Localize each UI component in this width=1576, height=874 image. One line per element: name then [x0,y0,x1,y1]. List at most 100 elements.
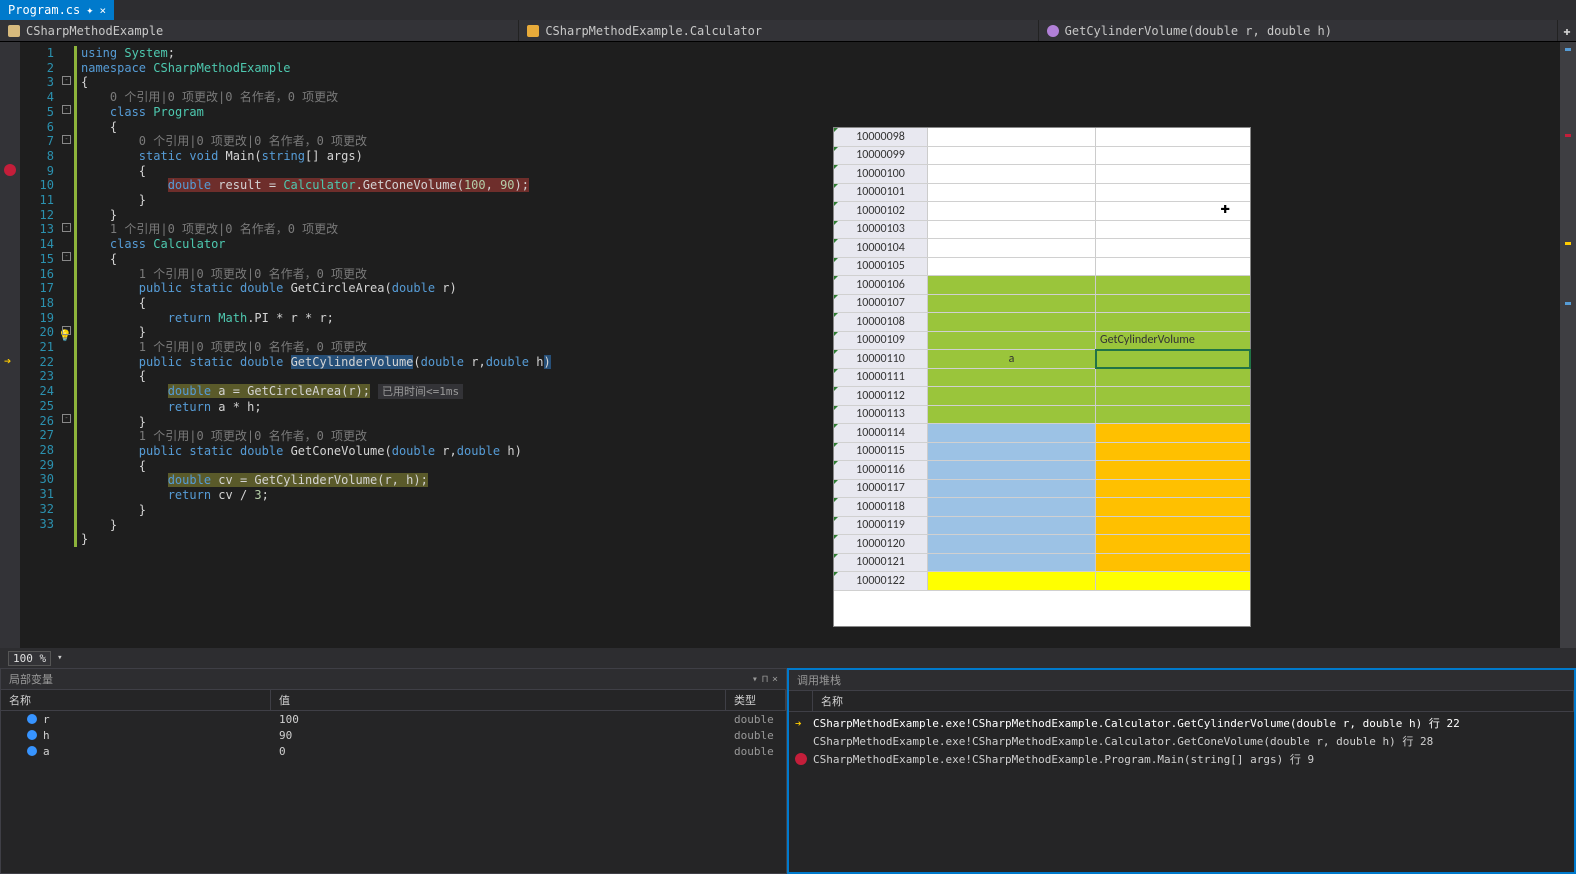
cell[interactable] [928,313,1096,331]
locals-col-value[interactable]: 值 [271,690,726,710]
cell[interactable] [1096,128,1250,146]
cell[interactable] [928,165,1096,183]
code-line[interactable]: } [74,325,1560,340]
spreadsheet-row[interactable]: 10000108 [834,313,1250,332]
code-line[interactable]: public static double GetConeVolume(doubl… [74,444,1560,459]
spreadsheet-row[interactable]: 10000113 [834,406,1250,425]
code-line[interactable]: double cv = GetCylinderVolume(r, h); [74,473,1560,488]
code-line[interactable]: return Math.PI * r * r; [74,311,1560,326]
code-line[interactable]: { [74,459,1560,474]
pin-icon[interactable]: ⊓ [762,674,768,685]
row-header[interactable]: 10000110 [834,350,928,368]
breadcrumb-method[interactable]: GetCylinderVolume(double r, double h) [1039,20,1558,41]
row-header[interactable]: 10000103 [834,221,928,239]
row-header[interactable]: 10000105 [834,258,928,276]
split-icon[interactable]: ✚ [1558,20,1576,41]
row-header[interactable]: 10000101 [834,184,928,202]
row-header[interactable]: 10000117 [834,480,928,498]
cell[interactable] [1096,517,1250,535]
dropdown-icon[interactable]: ▾ [752,674,758,685]
spreadsheet-row[interactable]: 10000115 [834,443,1250,462]
code-line[interactable]: class Calculator [74,237,1560,252]
cell[interactable]: GetCylinderVolume [1096,332,1250,350]
cell[interactable] [928,498,1096,516]
cell[interactable]: a [928,350,1096,368]
spreadsheet-row[interactable]: 10000106 [834,276,1250,295]
cell[interactable] [928,572,1096,590]
cell[interactable] [928,406,1096,424]
collapse-icon[interactable]: - [62,252,71,261]
cell[interactable] [928,461,1096,479]
cell[interactable] [928,554,1096,572]
row-header[interactable]: 10000113 [834,406,928,424]
cell[interactable] [1096,276,1250,294]
code-line[interactable]: return a * h; [74,400,1560,415]
close-icon[interactable]: × [99,4,106,17]
code-line[interactable]: public static double GetCircleArea(doubl… [74,281,1560,296]
code-line[interactable]: 1 个引用|0 项更改|0 名作者，0 项更改 [74,267,1560,282]
code-line[interactable]: 0 个引用|0 项更改|0 名作者，0 项更改 [74,134,1560,149]
cell[interactable] [1096,147,1250,165]
cell[interactable] [928,332,1096,350]
collapse-icon[interactable]: - [62,76,71,85]
spreadsheet-row[interactable]: 10000101 [834,184,1250,203]
spreadsheet-row[interactable]: 10000104 [834,239,1250,258]
code-line[interactable]: } [74,208,1560,223]
cell[interactable] [928,517,1096,535]
code-line[interactable]: } [74,503,1560,518]
row-header[interactable]: 10000116 [834,461,928,479]
zoom-select[interactable]: 100 % [8,651,51,666]
spreadsheet-row[interactable]: 10000100 [834,165,1250,184]
code-line[interactable]: double result = Calculator.GetConeVolume… [74,178,1560,193]
cell[interactable] [928,239,1096,257]
row-header[interactable]: 10000104 [834,239,928,257]
overlay-spreadsheet[interactable]: ✚ 10000098100000991000010010000101100001… [833,127,1251,627]
row-header[interactable]: 10000114 [834,424,928,442]
cell[interactable] [1096,202,1250,220]
breadcrumb-project[interactable]: CSharpMethodExample [0,20,519,41]
spreadsheet-row[interactable]: 10000122 [834,572,1250,591]
close-icon[interactable]: × [772,674,778,685]
cell[interactable] [1096,369,1250,387]
spreadsheet-row[interactable]: 10000121 [834,554,1250,573]
code-line[interactable]: 1 个引用|0 项更改|0 名作者，0 项更改 [74,340,1560,355]
cell[interactable] [1096,387,1250,405]
cell[interactable] [928,258,1096,276]
spreadsheet-row[interactable]: 10000102 [834,202,1250,221]
spreadsheet-row[interactable]: 10000114 [834,424,1250,443]
spreadsheet-row[interactable]: 10000120 [834,535,1250,554]
cell[interactable] [928,147,1096,165]
cell[interactable] [1096,239,1250,257]
cell[interactable] [1096,554,1250,572]
breakpoint-gutter[interactable]: ➔ [0,42,20,648]
cell[interactable] [928,424,1096,442]
spreadsheet-row[interactable]: 10000105 [834,258,1250,277]
chevron-down-icon[interactable]: ▾ [57,653,62,663]
spreadsheet-row[interactable]: 10000119 [834,517,1250,536]
code-line[interactable]: 1 个引用|0 项更改|0 名作者，0 项更改 [74,222,1560,237]
cell[interactable] [928,480,1096,498]
cell[interactable] [928,369,1096,387]
cell[interactable] [928,387,1096,405]
code-line[interactable]: 1 个引用|0 项更改|0 名作者，0 项更改 [74,429,1560,444]
editor-scrollbar[interactable] [1560,42,1576,648]
code-line[interactable]: using System; [74,46,1560,61]
spreadsheet-row[interactable]: 10000118 [834,498,1250,517]
spreadsheet-row[interactable]: 10000112 [834,387,1250,406]
locals-row[interactable]: h90double [1,727,786,743]
row-header[interactable]: 10000121 [834,554,928,572]
cell[interactable] [928,128,1096,146]
spreadsheet-row[interactable]: 10000111 [834,369,1250,388]
collapse-icon[interactable]: - [62,105,71,114]
cell[interactable] [928,276,1096,294]
cell[interactable] [928,443,1096,461]
stack-frame[interactable]: CSharpMethodExample.exe!CSharpMethodExam… [789,732,1574,750]
code-line[interactable]: static void Main(string[] args) [74,149,1560,164]
spreadsheet-row[interactable]: 10000103 [834,221,1250,240]
cell[interactable] [928,221,1096,239]
code-line[interactable]: namespace CSharpMethodExample [74,61,1560,76]
row-header[interactable]: 10000118 [834,498,928,516]
cell[interactable] [1096,480,1250,498]
code-line[interactable]: } [74,532,1560,547]
code-line[interactable]: } [74,193,1560,208]
